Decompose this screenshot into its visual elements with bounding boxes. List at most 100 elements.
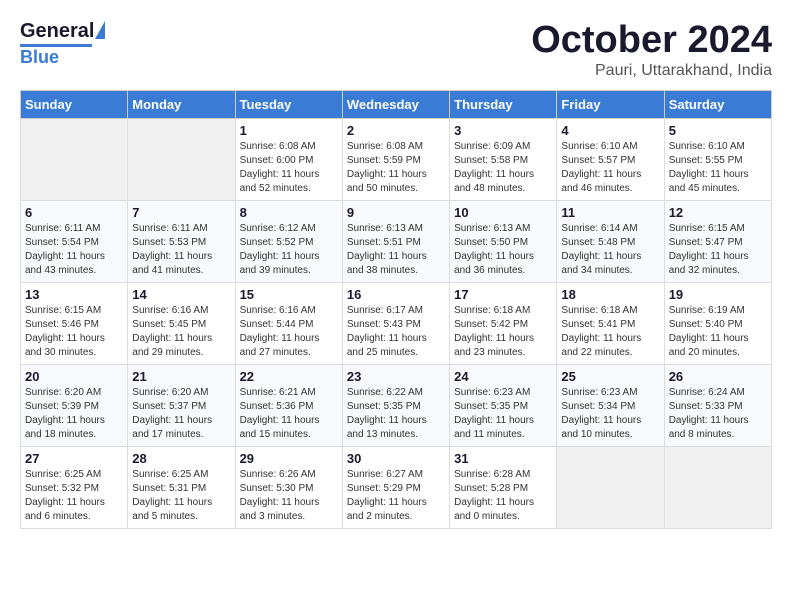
day-info: Sunrise: 6:15 AM Sunset: 5:46 PM Dayligh… [25,304,123,360]
calendar-cell: 25Sunrise: 6:23 AM Sunset: 5:34 PM Dayli… [557,364,664,446]
day-number: 3 [454,123,552,138]
calendar-cell: 20 Sunrise: 6:20 AM Sunset: 5:39 PM Dayli… [21,364,128,446]
calendar-cell [557,446,664,528]
calendar-cell: 15 Sunrise: 6:16 AM Sunset: 5:44 PM Dayli… [235,282,342,364]
day-info: Sunrise: 6:20 AM Sunset: 5:39 PM Dayligh… [25,386,123,442]
calendar-cell: 12Sunrise: 6:15 AM Sunset: 5:47 PM Dayli… [664,200,771,282]
calendar-cell [664,446,771,528]
day-info: Sunrise: 6:20 AM Sunset: 5:37 PM Dayligh… [132,386,230,442]
calendar-cell: 17 Sunrise: 6:18 AM Sunset: 5:42 PM Dayli… [450,282,557,364]
day-number: 19 [669,287,767,302]
logo-general-text: General [20,20,94,43]
day-number: 13 [25,287,123,302]
weekday-header-friday: Friday [557,90,664,118]
day-info: Sunrise: 6:08 AM Sunset: 6:00 PM Dayligh… [240,140,338,196]
calendar-cell: 16 Sunrise: 6:17 AM Sunset: 5:43 PM Dayli… [342,282,449,364]
day-number: 10 [454,205,552,220]
calendar-cell: 29 Sunrise: 6:26 AM Sunset: 5:30 PM Dayli… [235,446,342,528]
logo: General Blue [20,20,105,68]
day-info: Sunrise: 6:11 AM Sunset: 5:54 PM Dayligh… [25,222,123,278]
weekday-header-tuesday: Tuesday [235,90,342,118]
day-info: Sunrise: 6:22 AM Sunset: 5:35 PM Dayligh… [347,386,445,442]
logo-blue-text: Blue [20,47,59,68]
day-info: Sunrise: 6:16 AM Sunset: 5:45 PM Dayligh… [132,304,230,360]
day-number: 1 [240,123,338,138]
day-number: 6 [25,205,123,220]
calendar-cell: 7 Sunrise: 6:11 AM Sunset: 5:53 PM Daylig… [128,200,235,282]
calendar-cell: 1 Sunrise: 6:08 AM Sunset: 6:00 PM Daylig… [235,118,342,200]
calendar-week-row: 20 Sunrise: 6:20 AM Sunset: 5:39 PM Dayli… [21,364,772,446]
weekday-header-saturday: Saturday [664,90,771,118]
weekday-header-thursday: Thursday [450,90,557,118]
day-number: 27 [25,451,123,466]
day-number: 22 [240,369,338,384]
calendar-cell: 4 Sunrise: 6:10 AM Sunset: 5:57 PM Daylig… [557,118,664,200]
calendar-cell: 28 Sunrise: 6:25 AM Sunset: 5:31 PM Dayli… [128,446,235,528]
day-info: Sunrise: 6:12 AM Sunset: 5:52 PM Dayligh… [240,222,338,278]
calendar-cell: 26Sunrise: 6:24 AM Sunset: 5:33 PM Dayli… [664,364,771,446]
day-info: Sunrise: 6:11 AM Sunset: 5:53 PM Dayligh… [132,222,230,278]
calendar-cell: 23Sunrise: 6:22 AM Sunset: 5:35 PM Dayli… [342,364,449,446]
day-number: 30 [347,451,445,466]
month-title: October 2024 [531,20,772,62]
day-info: Sunrise: 6:16 AM Sunset: 5:44 PM Dayligh… [240,304,338,360]
calendar-cell: 10 Sunrise: 6:13 AM Sunset: 5:50 PM Dayli… [450,200,557,282]
day-number: 7 [132,205,230,220]
day-number: 20 [25,369,123,384]
day-number: 21 [132,369,230,384]
day-info: Sunrise: 6:28 AM Sunset: 5:28 PM Dayligh… [454,468,552,524]
day-info: Sunrise: 6:10 AM Sunset: 5:55 PM Dayligh… [669,140,767,196]
day-number: 12 [669,205,767,220]
day-number: 28 [132,451,230,466]
day-info: Sunrise: 6:26 AM Sunset: 5:30 PM Dayligh… [240,468,338,524]
day-info: Sunrise: 6:25 AM Sunset: 5:31 PM Dayligh… [132,468,230,524]
day-info: Sunrise: 6:08 AM Sunset: 5:59 PM Dayligh… [347,140,445,196]
day-number: 29 [240,451,338,466]
calendar-cell: 22Sunrise: 6:21 AM Sunset: 5:36 PM Dayli… [235,364,342,446]
day-number: 18 [561,287,659,302]
day-number: 15 [240,287,338,302]
weekday-header-sunday: Sunday [21,90,128,118]
day-number: 9 [347,205,445,220]
weekday-header-monday: Monday [128,90,235,118]
day-number: 5 [669,123,767,138]
day-info: Sunrise: 6:23 AM Sunset: 5:35 PM Dayligh… [454,386,552,442]
title-area: October 2024 Pauri, Uttarakhand, India [531,20,772,80]
day-info: Sunrise: 6:14 AM Sunset: 5:48 PM Dayligh… [561,222,659,278]
day-info: Sunrise: 6:25 AM Sunset: 5:32 PM Dayligh… [25,468,123,524]
calendar-week-row: 1 Sunrise: 6:08 AM Sunset: 6:00 PM Daylig… [21,118,772,200]
day-info: Sunrise: 6:09 AM Sunset: 5:58 PM Dayligh… [454,140,552,196]
day-number: 4 [561,123,659,138]
calendar-cell: 5 Sunrise: 6:10 AM Sunset: 5:55 PM Daylig… [664,118,771,200]
location-text: Pauri, Uttarakhand, India [531,62,772,80]
day-number: 11 [561,205,659,220]
calendar-cell [128,118,235,200]
calendar-week-row: 13 Sunrise: 6:15 AM Sunset: 5:46 PM Dayli… [21,282,772,364]
day-info: Sunrise: 6:18 AM Sunset: 5:42 PM Dayligh… [454,304,552,360]
calendar-cell: 9Sunrise: 6:13 AM Sunset: 5:51 PM Daylig… [342,200,449,282]
day-info: Sunrise: 6:19 AM Sunset: 5:40 PM Dayligh… [669,304,767,360]
calendar-week-row: 6 Sunrise: 6:11 AM Sunset: 5:54 PM Daylig… [21,200,772,282]
calendar-table: SundayMondayTuesdayWednesdayThursdayFrid… [20,90,772,529]
calendar-cell: 30 Sunrise: 6:27 AM Sunset: 5:29 PM Dayli… [342,446,449,528]
calendar-cell: 8 Sunrise: 6:12 AM Sunset: 5:52 PM Daylig… [235,200,342,282]
calendar-cell [21,118,128,200]
day-number: 31 [454,451,552,466]
day-info: Sunrise: 6:13 AM Sunset: 5:50 PM Dayligh… [454,222,552,278]
day-number: 17 [454,287,552,302]
day-number: 2 [347,123,445,138]
day-info: Sunrise: 6:27 AM Sunset: 5:29 PM Dayligh… [347,468,445,524]
calendar-cell: 24Sunrise: 6:23 AM Sunset: 5:35 PM Dayli… [450,364,557,446]
weekday-header-wednesday: Wednesday [342,90,449,118]
calendar-header-row: SundayMondayTuesdayWednesdayThursdayFrid… [21,90,772,118]
calendar-cell: 19 Sunrise: 6:19 AM Sunset: 5:40 PM Dayli… [664,282,771,364]
day-number: 16 [347,287,445,302]
day-number: 8 [240,205,338,220]
day-number: 14 [132,287,230,302]
day-info: Sunrise: 6:10 AM Sunset: 5:57 PM Dayligh… [561,140,659,196]
day-info: Sunrise: 6:17 AM Sunset: 5:43 PM Dayligh… [347,304,445,360]
day-info: Sunrise: 6:23 AM Sunset: 5:34 PM Dayligh… [561,386,659,442]
calendar-cell: 2 Sunrise: 6:08 AM Sunset: 5:59 PM Daylig… [342,118,449,200]
calendar-cell: 13 Sunrise: 6:15 AM Sunset: 5:46 PM Dayli… [21,282,128,364]
calendar-cell: 31 Sunrise: 6:28 AM Sunset: 5:28 PM Dayli… [450,446,557,528]
